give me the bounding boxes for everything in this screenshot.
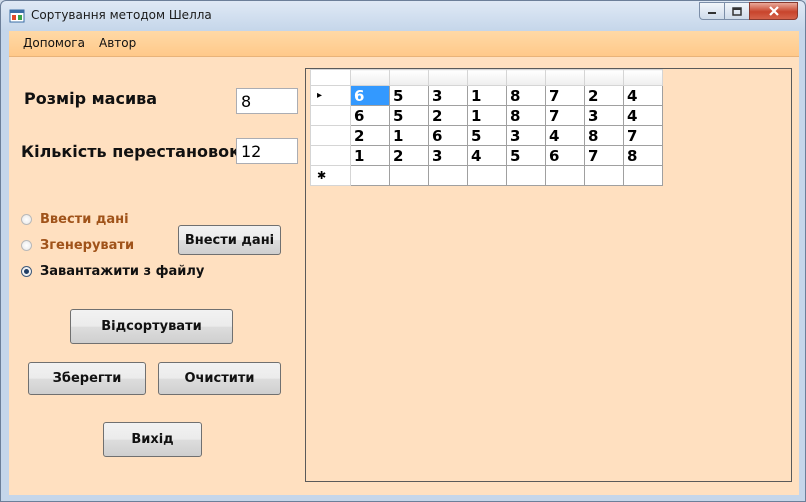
grid-corner-header[interactable] (310, 69, 351, 86)
grid-cell[interactable]: 5 (389, 85, 429, 106)
maximize-icon (732, 6, 742, 16)
grid-cell[interactable]: 8 (623, 145, 663, 166)
grid-cell[interactable]: 6 (350, 105, 390, 126)
grid-cell[interactable]: 2 (584, 85, 624, 106)
grid-cell[interactable]: 2 (389, 145, 429, 166)
permutations-label: Кількість перестановок (21, 142, 240, 161)
app-icon (9, 9, 25, 23)
array-size-input[interactable] (236, 88, 298, 114)
grid-cell[interactable]: 6 (350, 85, 390, 106)
radio-button[interactable] (21, 214, 32, 225)
menu-item-author[interactable]: Автор (99, 36, 136, 50)
grid-cell[interactable]: 5 (506, 145, 546, 166)
column-header[interactable] (506, 69, 546, 86)
title-bar[interactable]: Сортування методом Шелла (1, 1, 805, 31)
grid-cell[interactable]: 1 (389, 125, 429, 146)
row-header[interactable] (310, 145, 351, 166)
grid-cell-empty[interactable] (623, 165, 663, 186)
grid-cell-empty[interactable] (389, 165, 429, 186)
grid-cell-empty[interactable] (506, 165, 546, 186)
row-header[interactable] (310, 125, 351, 146)
column-header[interactable] (350, 69, 390, 86)
column-header[interactable] (545, 69, 585, 86)
grid-cell[interactable]: 7 (545, 105, 585, 126)
grid-cell-empty[interactable] (428, 165, 468, 186)
new-row-asterisk-icon: ✱ (317, 169, 327, 182)
grid-cell[interactable]: 3 (428, 85, 468, 106)
grid-cell[interactable]: 4 (623, 105, 663, 126)
grid-cell[interactable]: 7 (584, 145, 624, 166)
grid-cell[interactable]: 1 (350, 145, 390, 166)
radio-button[interactable] (21, 240, 32, 251)
minimize-icon (708, 12, 716, 14)
grid-body: ▸ 6 5 3 1 8 7 2 4 6 5 2 1 8 7 3 4 2 1 6 5 3 4 8 7 1 2 3 4 5 6 7 8 ✱ (310, 85, 663, 186)
clear-button[interactable]: Очистити (158, 362, 281, 395)
grid-cell[interactable]: 1 (467, 85, 507, 106)
data-grid-view[interactable]: ▸ 6 5 3 1 8 7 2 4 6 5 2 1 8 7 3 4 2 1 6 5 3 4 8 7 1 2 3 4 5 6 7 8 ✱ (305, 68, 792, 482)
menu-bar: Допомога Автор (9, 31, 799, 57)
grid-cell[interactable]: 5 (467, 125, 507, 146)
grid-cell[interactable]: 2 (428, 105, 468, 126)
grid-cell[interactable]: 8 (506, 85, 546, 106)
column-header[interactable] (389, 69, 429, 86)
table-row[interactable]: 21653487 (310, 125, 663, 146)
grid-cell[interactable]: 4 (623, 85, 663, 106)
grid-cell[interactable]: 1 (467, 105, 507, 126)
column-header[interactable] (584, 69, 624, 86)
table-row[interactable]: ▸ 6 5 3 1 8 7 2 4 (310, 85, 663, 106)
current-row-indicator[interactable]: ▸ (310, 85, 351, 106)
data-grid: ▸ 6 5 3 1 8 7 2 4 6 5 2 1 8 7 3 4 2 1 6 5 3 4 8 7 1 2 3 4 5 6 7 8 ✱ (310, 69, 663, 186)
grid-cell-empty[interactable] (545, 165, 585, 186)
permutations-input[interactable] (236, 138, 298, 164)
current-row-arrow-icon: ▸ (317, 90, 323, 101)
grid-cell[interactable]: 7 (545, 85, 585, 106)
radio-button-selected[interactable] (21, 266, 32, 277)
enter-data-button[interactable]: Внести дані (178, 225, 281, 255)
grid-cell[interactable]: 3 (428, 145, 468, 166)
grid-header-row (310, 69, 663, 86)
grid-cell[interactable]: 4 (467, 145, 507, 166)
sort-button[interactable]: Відсортувати (70, 309, 233, 344)
grid-cell[interactable]: 3 (506, 125, 546, 146)
grid-cell[interactable]: 2 (350, 125, 390, 146)
grid-cell[interactable]: 6 (428, 125, 468, 146)
window-title: Сортування методом Шелла (31, 8, 212, 22)
grid-cell[interactable]: 8 (506, 105, 546, 126)
app-window: Сортування методом Шелла Допомога Автор … (0, 0, 806, 502)
grid-cell[interactable]: 8 (584, 125, 624, 146)
new-row-indicator[interactable]: ✱ (310, 165, 351, 186)
radio-label-enter-data: Ввести дані (40, 212, 129, 227)
maximize-button[interactable] (724, 2, 750, 20)
close-icon (768, 6, 779, 16)
grid-cell-empty[interactable] (467, 165, 507, 186)
row-header[interactable] (310, 105, 351, 126)
exit-button[interactable]: Вихід (103, 422, 202, 457)
radio-load-from-file[interactable]: Завантажити з файлу (21, 264, 204, 279)
table-row[interactable]: 65218734 (310, 105, 663, 126)
new-row[interactable]: ✱ (310, 165, 663, 186)
grid-cell[interactable]: 6 (545, 145, 585, 166)
table-row[interactable]: 12345678 (310, 145, 663, 166)
close-button[interactable] (749, 2, 798, 20)
save-button[interactable]: Зберегти (28, 362, 146, 395)
radio-generate[interactable]: Згенерувати (21, 238, 134, 253)
grid-cell-empty[interactable] (584, 165, 624, 186)
radio-enter-data[interactable]: Ввести дані (21, 212, 129, 227)
menu-item-help[interactable]: Допомога (23, 36, 85, 50)
grid-cell[interactable]: 3 (584, 105, 624, 126)
column-header[interactable] (467, 69, 507, 86)
column-header[interactable] (428, 69, 468, 86)
column-header[interactable] (623, 69, 663, 86)
radio-label-load-from-file: Завантажити з файлу (40, 264, 205, 279)
form-client-area: Розмір масива Кількість перестановок Вве… (9, 57, 799, 495)
grid-cell[interactable]: 4 (545, 125, 585, 146)
array-size-label: Розмір масива (24, 89, 158, 108)
grid-cell-empty[interactable] (350, 165, 390, 186)
grid-cell[interactable]: 7 (623, 125, 663, 146)
minimize-button[interactable] (699, 2, 725, 20)
radio-label-generate: Згенерувати (40, 238, 135, 253)
grid-cell[interactable]: 5 (389, 105, 429, 126)
